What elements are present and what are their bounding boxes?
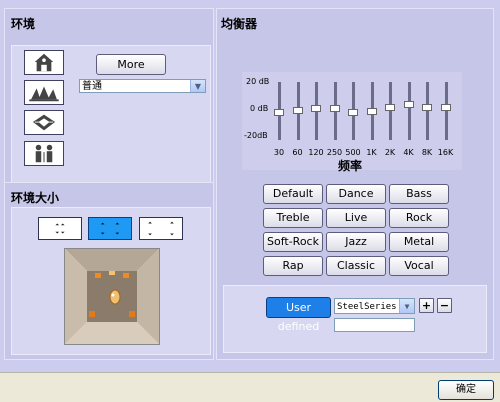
preset-button-treble[interactable]: Treble bbox=[263, 208, 323, 228]
preset-button-bass[interactable]: Bass bbox=[389, 184, 449, 204]
eq-slider-250[interactable] bbox=[329, 105, 340, 113]
room-size-heading: 环境大小 bbox=[11, 191, 60, 205]
chevron-down-icon: ▼ bbox=[190, 80, 205, 92]
equalizer-heading: 均衡器 bbox=[221, 17, 258, 31]
user-preset-select[interactable]: SteelSeries ▼ bbox=[334, 298, 415, 314]
db-label-zero: 0 dB bbox=[250, 104, 269, 113]
room-size-medium-button[interactable] bbox=[88, 217, 132, 240]
environment-heading: 环境 bbox=[11, 17, 36, 31]
stadium-environment-button[interactable] bbox=[24, 110, 64, 135]
preset-button-rap[interactable]: Rap bbox=[263, 256, 323, 276]
people-icon bbox=[35, 144, 53, 163]
frequency-axis-title: 频率 bbox=[338, 159, 363, 173]
more-options-button[interactable]: More options bbox=[96, 54, 166, 90]
preset-button-metal[interactable]: Metal bbox=[389, 232, 449, 252]
dialog-footer bbox=[0, 372, 500, 402]
eq-freq-label: 16K bbox=[437, 148, 454, 157]
db-label-max: 20 dB bbox=[246, 77, 270, 86]
room-size-small-button[interactable] bbox=[38, 217, 82, 240]
eq-slider-16k[interactable] bbox=[440, 103, 451, 111]
eq-slider-120[interactable] bbox=[311, 105, 321, 113]
audio-settings-window: 环境 More options 普通 ▼ 环 bbox=[0, 0, 500, 372]
chevron-down-icon: ▼ bbox=[399, 299, 414, 313]
eq-slider-60[interactable] bbox=[292, 106, 303, 114]
eq-slider-4k[interactable] bbox=[403, 100, 414, 108]
user-defined-button[interactable]: User defined bbox=[266, 297, 331, 333]
eq-slider-500[interactable] bbox=[348, 109, 358, 117]
eq-track-8k bbox=[426, 82, 429, 140]
eq-slider-8k[interactable] bbox=[422, 103, 432, 111]
home-icon bbox=[34, 53, 54, 72]
preset-button-dance[interactable]: Dance bbox=[326, 184, 386, 204]
eq-slider-1k[interactable] bbox=[366, 108, 377, 115]
preset-name-field[interactable] bbox=[334, 318, 415, 332]
eq-track-16k bbox=[444, 82, 448, 140]
remove-preset-button[interactable]: − bbox=[437, 298, 452, 313]
preset-button-vocal[interactable]: Vocal bbox=[389, 256, 449, 276]
plus-icon: + bbox=[421, 299, 432, 312]
small-room-icon bbox=[55, 223, 65, 234]
eq-slider-2k[interactable] bbox=[385, 103, 395, 111]
equalizer-graph: 20 dB 0 dB -20dB 30 60 120 250 500 1K 2K 4K 8K 16… bbox=[242, 72, 462, 173]
ok-button[interactable]: 确定 bbox=[438, 380, 494, 400]
preset-button-classic[interactable]: Classic bbox=[326, 256, 386, 276]
eq-track-4k bbox=[407, 82, 411, 140]
medium-room-icon bbox=[100, 222, 120, 235]
opera-house-environment-button[interactable] bbox=[24, 80, 64, 105]
add-preset-button[interactable]: + bbox=[419, 298, 434, 313]
preset-button-rock[interactable]: Rock bbox=[389, 208, 449, 228]
eq-slider-30[interactable] bbox=[274, 109, 284, 117]
preset-button-soft-rock[interactable]: Soft-Rock bbox=[263, 232, 323, 252]
environment-preset-select[interactable]: 普通 ▼ bbox=[79, 79, 206, 93]
room-perspective-illustration bbox=[65, 249, 159, 344]
stadium-icon bbox=[32, 114, 56, 131]
user-preset-value: SteelSeries bbox=[337, 302, 397, 312]
eq-track-2k bbox=[389, 82, 392, 140]
preset-button-live[interactable]: Live bbox=[326, 208, 386, 228]
people-environment-button[interactable] bbox=[24, 141, 64, 166]
environment-preset-value: 普通 bbox=[82, 81, 102, 92]
home-environment-button[interactable] bbox=[24, 50, 64, 75]
minus-icon: − bbox=[439, 299, 450, 312]
db-label-min: -20dB bbox=[244, 131, 268, 140]
preset-button-default[interactable]: Default bbox=[263, 184, 323, 204]
opera-house-icon bbox=[29, 86, 59, 102]
large-room-icon bbox=[148, 221, 174, 236]
room-preview bbox=[64, 248, 160, 345]
preset-button-jazz[interactable]: Jazz bbox=[326, 232, 386, 252]
room-size-large-button[interactable] bbox=[139, 217, 183, 240]
